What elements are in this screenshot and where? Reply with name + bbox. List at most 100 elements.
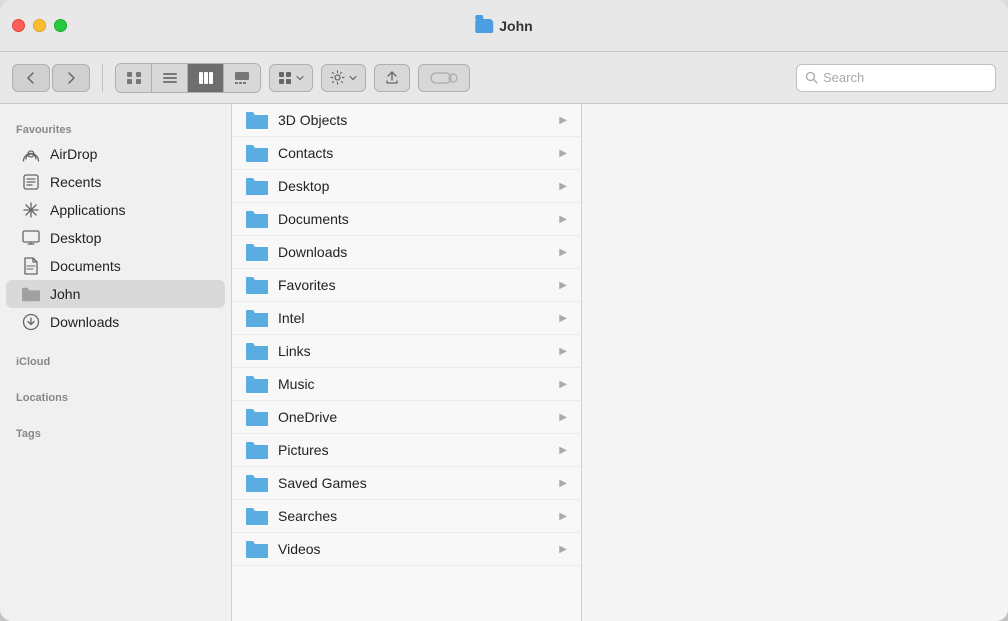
share-icon <box>384 70 400 86</box>
table-row[interactable]: Music ▶ <box>232 368 581 401</box>
folder-icon <box>246 375 268 393</box>
table-row[interactable]: Documents▶ <box>232 203 581 236</box>
group-icon <box>278 71 292 85</box>
sidebar: Favourites AirDrop <box>0 104 232 621</box>
file-row-left: Saved Games <box>246 474 367 492</box>
folder-icon <box>246 111 268 129</box>
table-row[interactable]: Links ▶ <box>232 335 581 368</box>
sidebar-item-desktop[interactable]: Desktop <box>6 224 225 252</box>
window-title-area: John <box>475 18 532 34</box>
chevron-right-icon: ▶ <box>559 544 567 555</box>
gear-chevron-icon <box>349 74 357 82</box>
chevron-right-icon: ▶ <box>559 346 567 357</box>
icon-view-icon <box>126 71 142 85</box>
sidebar-label-applications: Applications <box>50 202 126 218</box>
gallery-view-button[interactable] <box>224 64 260 92</box>
file-row-left: Desktop <box>246 177 329 195</box>
chevron-right-icon: ▶ <box>559 445 567 456</box>
file-name: Links <box>278 343 311 359</box>
table-row[interactable]: Videos ▶ <box>232 533 581 566</box>
file-row-left: Documents <box>246 210 349 228</box>
sidebar-item-airdrop[interactable]: AirDrop <box>6 140 225 168</box>
list-view-button[interactable] <box>152 64 188 92</box>
search-icon <box>805 71 818 84</box>
sidebar-section-icloud: iCloud <box>0 348 231 372</box>
close-button[interactable] <box>12 19 25 32</box>
table-row[interactable]: Intel▶ <box>232 302 581 335</box>
sidebar-item-john[interactable]: John <box>6 280 225 308</box>
chevron-right-icon: ▶ <box>559 148 567 159</box>
file-name: OneDrive <box>278 409 337 425</box>
file-name: Videos <box>278 541 321 557</box>
sidebar-item-downloads[interactable]: Downloads <box>6 308 225 336</box>
table-row[interactable]: 3D Objects▶ <box>232 104 581 137</box>
file-name: Searches <box>278 508 337 524</box>
toolbar-separator-1 <box>102 64 103 92</box>
title-folder-icon <box>475 19 493 33</box>
sidebar-section-locations: Locations <box>0 384 231 408</box>
sidebar-item-applications[interactable]: Applications <box>6 196 225 224</box>
table-row[interactable]: Saved Games▶ <box>232 467 581 500</box>
share-button[interactable] <box>374 64 410 92</box>
file-name: Saved Games <box>278 475 367 491</box>
file-row-left: Downloads <box>246 243 347 261</box>
chevron-right-icon: ▶ <box>559 379 567 390</box>
settings-action-button[interactable] <box>321 64 366 92</box>
john-folder-icon <box>22 285 40 303</box>
file-name: Pictures <box>278 442 329 458</box>
file-row-left: Intel <box>246 309 304 327</box>
column-view-icon <box>198 71 214 85</box>
file-name: Downloads <box>278 244 347 260</box>
folder-icon <box>246 474 268 492</box>
file-row-left: OneDrive <box>246 408 337 426</box>
recents-icon <box>22 173 40 191</box>
chevron-right-icon: ▶ <box>559 247 567 258</box>
toolbar: Search <box>0 52 1008 104</box>
group-action-button[interactable] <box>269 64 313 92</box>
minimize-button[interactable] <box>33 19 46 32</box>
file-name: Favorites <box>278 277 336 293</box>
chevron-right-icon: ▶ <box>559 511 567 522</box>
window-title: John <box>499 18 532 34</box>
sidebar-label-john: John <box>50 286 80 302</box>
back-button[interactable] <box>12 64 50 92</box>
file-row-left: Music <box>246 375 315 393</box>
maximize-button[interactable] <box>54 19 67 32</box>
view-buttons <box>115 63 261 93</box>
column-view-button[interactable] <box>188 64 224 92</box>
search-box[interactable]: Search <box>796 64 996 92</box>
file-name: Music <box>278 376 315 392</box>
table-row[interactable]: Pictures ▶ <box>232 434 581 467</box>
icon-view-button[interactable] <box>116 64 152 92</box>
sidebar-label-downloads: Downloads <box>50 314 119 330</box>
file-row-left: Videos <box>246 540 321 558</box>
chevron-right-icon: ▶ <box>559 280 567 291</box>
gear-icon <box>330 70 345 85</box>
table-row[interactable]: Desktop▶ <box>232 170 581 203</box>
chevron-right-icon: ▶ <box>559 115 567 126</box>
forward-button[interactable] <box>52 64 90 92</box>
table-row[interactable]: Searches ▶ <box>232 500 581 533</box>
table-row[interactable]: Favorites ▶ <box>232 269 581 302</box>
desktop-icon <box>22 229 40 247</box>
search-placeholder: Search <box>823 70 864 85</box>
table-row[interactable]: Contacts ▶ <box>232 137 581 170</box>
forward-icon <box>63 70 79 86</box>
file-row-left: Contacts <box>246 144 333 162</box>
table-row[interactable]: Downloads ▶ <box>232 236 581 269</box>
table-row[interactable]: OneDrive▶ <box>232 401 581 434</box>
list-view-icon <box>162 71 178 85</box>
titlebar: John <box>0 0 1008 52</box>
folder-icon <box>246 408 268 426</box>
airdrop-icon <box>22 145 40 163</box>
sidebar-label-desktop: Desktop <box>50 230 101 246</box>
documents-icon <box>22 257 40 275</box>
file-name: Contacts <box>278 145 333 161</box>
sidebar-item-documents[interactable]: Documents <box>6 252 225 280</box>
sidebar-item-recents[interactable]: Recents <box>6 168 225 196</box>
tag-button[interactable] <box>418 64 470 92</box>
nav-buttons <box>12 64 90 92</box>
downloads-icon <box>22 313 40 331</box>
preview-pane <box>582 104 1008 621</box>
folder-icon <box>246 210 268 228</box>
